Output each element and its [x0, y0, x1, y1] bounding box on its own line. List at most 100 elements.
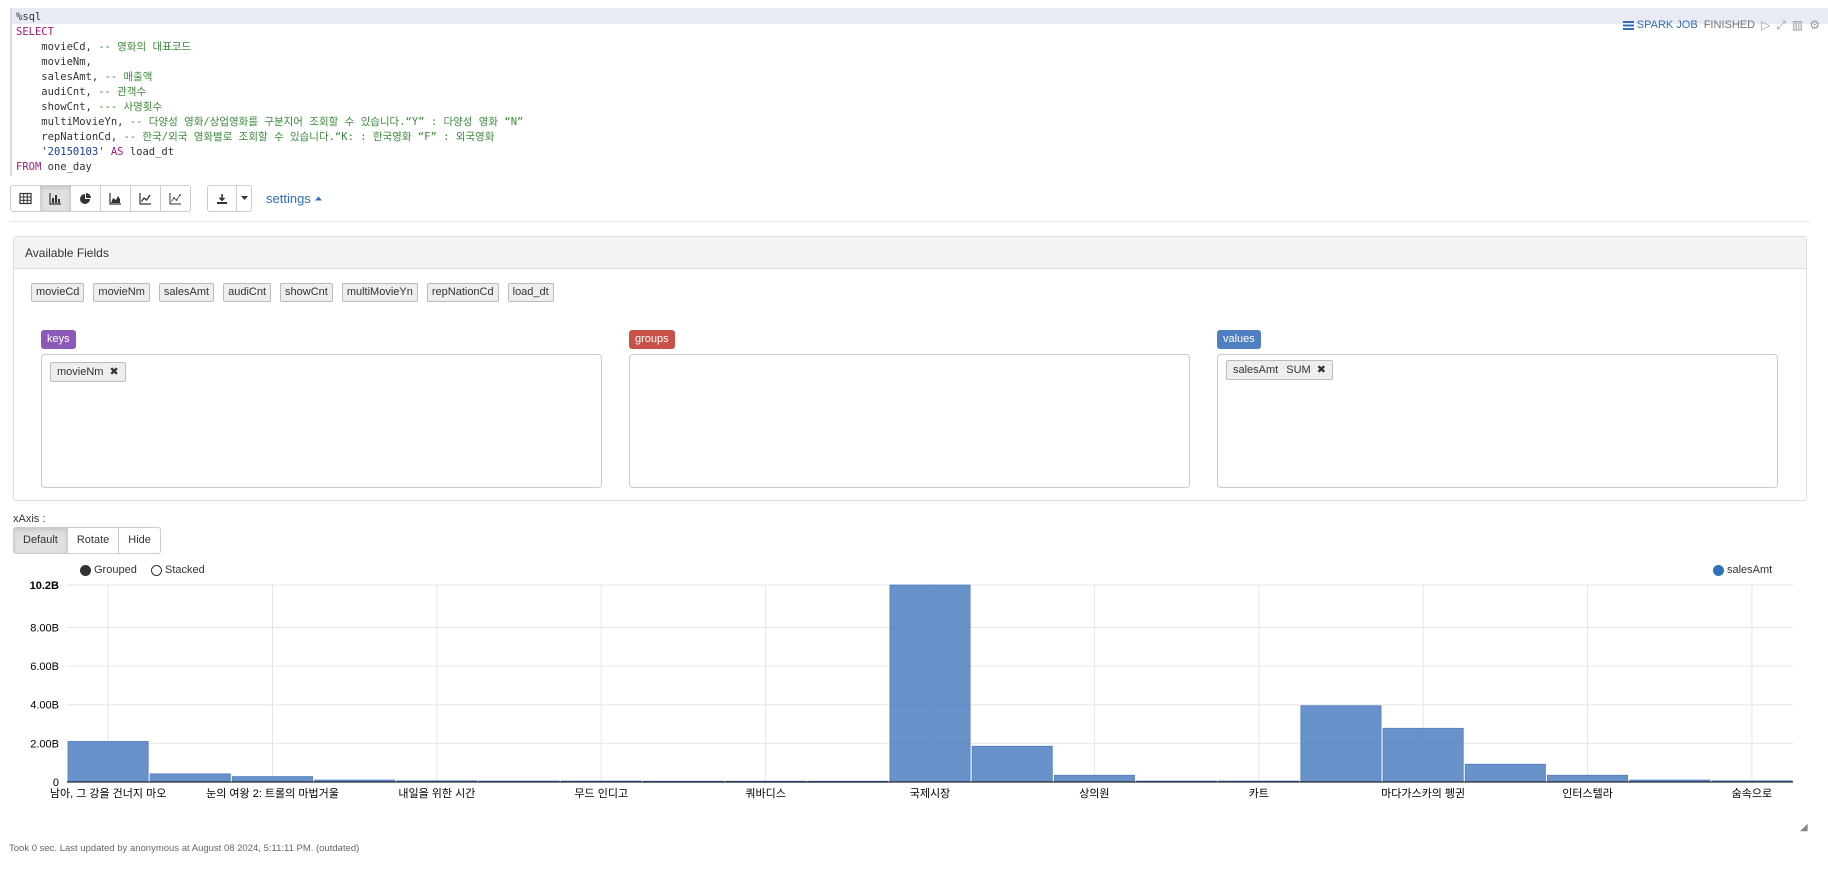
code-token: FROM — [16, 161, 42, 173]
chip-label: movieNm — [57, 366, 104, 378]
y-tick-label: 2.00B — [30, 738, 59, 750]
bar-chart-button[interactable] — [40, 185, 71, 212]
values-dropzone[interactable]: salesAmt SUM ✖ — [1217, 354, 1778, 488]
series-color-icon — [1713, 564, 1724, 576]
field-repNationCd[interactable]: repNationCd — [426, 283, 499, 302]
visualization-button-group — [10, 185, 191, 212]
code-token: -- 다양성 영화/상업영화를 구분지어 조회할 수 있습니다.“Y” : 다양… — [129, 116, 524, 128]
bar — [971, 745, 1053, 783]
code-token: movieCd, — [16, 41, 99, 53]
field-showCnt[interactable]: showCnt — [280, 283, 333, 302]
pie-chart-button[interactable] — [70, 185, 101, 212]
expand-icon[interactable]: ⤢ — [1776, 18, 1786, 33]
code-editor[interactable]: %sql SELECT movieCd, -- 영화의 대표코드 movieNm… — [10, 8, 1828, 176]
field-audiCnt[interactable]: audiCnt — [223, 283, 272, 302]
bar — [1300, 705, 1382, 783]
field-multiMovieYn[interactable]: multiMovieYn — [341, 283, 418, 302]
y-tick-label: 4.00B — [30, 700, 59, 712]
groups-label: groups — [629, 330, 675, 349]
values-column: values salesAmt SUM ✖ — [1217, 329, 1778, 488]
x-tick-label: 카트 — [1249, 787, 1269, 800]
settings-toggle[interactable]: settings — [266, 185, 322, 211]
grouped-label: Grouped — [94, 564, 137, 576]
y-tick-label: 6.00B — [30, 661, 59, 673]
aggregation-dropdown[interactable]: SUM — [1286, 361, 1310, 379]
bar-chart-icon — [49, 193, 61, 205]
code-token: -- 매출액 — [104, 71, 153, 83]
x-tick-label: 남아, 그 강을 건너지 마오 — [50, 787, 166, 800]
bar — [889, 584, 971, 783]
gear-icon[interactable]: ⚙ — [1809, 18, 1820, 32]
bar — [1053, 774, 1135, 783]
grouped-toggle[interactable]: Grouped — [80, 564, 137, 576]
code-token: --- 사영횟수 — [98, 101, 163, 113]
xaxis-option-group: Default Rotate Hide — [13, 527, 161, 554]
chart-canvas: 02.00B4.00B6.00B8.00B10.2B남아, 그 강을 건너지 마… — [30, 580, 1793, 800]
spark-job-link[interactable]: SPARK JOB — [1622, 19, 1698, 31]
download-button[interactable] — [207, 185, 237, 212]
code-token: repNationCd, — [16, 131, 124, 143]
code-token: one_day — [41, 161, 92, 173]
paragraph-status: SPARK JOB FINISHED ▷ ⤢ ▥ ⚙ — [1622, 18, 1820, 33]
visualization-toolbar: settings — [10, 185, 322, 212]
xaxis-hide-button[interactable]: Hide — [118, 527, 161, 554]
code-line: %sql — [16, 11, 41, 23]
caret-down-icon — [240, 196, 248, 200]
xaxis-rotate-button[interactable]: Rotate — [66, 527, 120, 554]
groups-dropzone[interactable] — [629, 354, 1190, 488]
groups-column: groups — [629, 329, 1190, 488]
code-token: audiCnt, — [16, 86, 99, 98]
radio-selected-icon — [80, 564, 91, 576]
code-token: multiMovieYn, — [16, 116, 130, 128]
remove-icon[interactable]: ✖ — [1317, 361, 1326, 379]
divider — [10, 221, 1810, 222]
available-fields-header: Available Fields — [14, 237, 1806, 269]
field-salesAmt[interactable]: salesAmt — [158, 283, 215, 302]
pivot-settings-panel: Available Fields movieCd movieNm salesAmt a… — [13, 236, 1807, 501]
scatter-chart-button[interactable] — [160, 185, 191, 212]
download-dropdown-button[interactable] — [236, 185, 252, 212]
x-tick-label: 쿼바디스 — [745, 787, 785, 800]
field-chip[interactable]: movieNm ✖ — [50, 362, 126, 382]
values-label: values — [1217, 330, 1261, 349]
line-chart-button[interactable] — [130, 185, 161, 212]
scatter-chart-icon — [169, 193, 181, 205]
line-chart-icon — [139, 193, 151, 205]
y-tick-label: 8.00B — [30, 622, 59, 634]
code-line: movieCd, -- 영화의 대표코드 — [16, 41, 191, 53]
field-load_dt[interactable]: load_dt — [507, 283, 554, 302]
download-button-group — [207, 185, 252, 212]
run-icon[interactable]: ▷ — [1761, 18, 1770, 32]
code-line: salesAmt, -- 매출액 — [16, 71, 152, 83]
field-chip[interactable]: salesAmt SUM ✖ — [1226, 360, 1333, 380]
code-token: movieNm, — [16, 56, 92, 68]
resize-handle-icon[interactable]: ◢ — [1800, 822, 1808, 833]
x-tick-label: 국제시장 — [910, 787, 950, 800]
sql-code[interactable]: %sql SELECT movieCd, -- 영화의 대표코드 movieNm… — [16, 10, 523, 175]
x-tick-label: 무드 인디고 — [574, 787, 628, 800]
keys-label: keys — [41, 330, 76, 349]
pie-chart-icon — [80, 193, 91, 204]
bar — [1382, 727, 1464, 783]
bar — [149, 773, 231, 783]
field-movieNm[interactable]: movieNm — [93, 283, 150, 302]
code-token: showCnt, — [16, 101, 99, 113]
keys-dropzone[interactable]: movieNm ✖ — [41, 354, 602, 488]
code-line: movieNm, — [16, 56, 92, 68]
stacked-toggle[interactable]: Stacked — [151, 564, 205, 576]
field-movieCd[interactable]: movieCd — [31, 283, 85, 302]
table-button[interactable] — [10, 185, 41, 212]
area-chart-button[interactable] — [100, 185, 131, 212]
remove-icon[interactable]: ✖ — [109, 363, 118, 381]
code-line: FROM one_day — [16, 161, 92, 173]
book-icon[interactable]: ▥ — [1792, 18, 1803, 32]
x-tick-label: 마다가스카의 펭귄 — [1381, 787, 1465, 800]
code-line: showCnt, --- 사영횟수 — [16, 101, 162, 113]
bar — [231, 776, 313, 783]
code-token: -- 관객수 — [98, 86, 147, 98]
series-legend-item[interactable]: salesAmt — [1713, 564, 1772, 576]
caret-up-icon — [314, 196, 322, 200]
y-tick-label: 10.2B — [30, 580, 59, 592]
xaxis-default-button[interactable]: Default — [13, 527, 68, 554]
